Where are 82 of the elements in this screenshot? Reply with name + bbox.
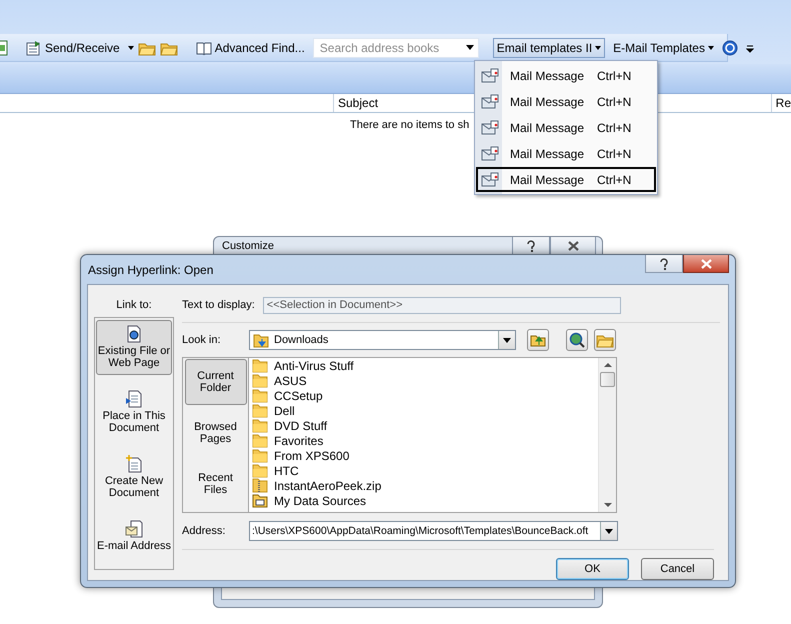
document-globe-icon (126, 325, 142, 343)
file-item[interactable]: From XPS600 (249, 448, 598, 463)
cancel-button[interactable]: Cancel (641, 558, 714, 580)
mail-message-icon (481, 172, 499, 188)
empty-list-message: There are no items to sh (350, 119, 470, 131)
file-item[interactable]: CCSetup (249, 388, 598, 403)
menu-item[interactable]: Mail Message Ctrl+N (476, 141, 656, 166)
zip-folder-icon (252, 478, 268, 493)
dropdown-arrow-icon (503, 338, 511, 342)
new-document-icon (125, 455, 143, 473)
browse-file-button[interactable] (594, 329, 616, 351)
menu-item[interactable]: Mail Message Ctrl+N (476, 115, 656, 140)
send-receive-button[interactable]: Send/Receive (22, 36, 124, 58)
text-to-display-field[interactable]: <<Selection in Document>> (262, 296, 621, 314)
places-button[interactable]: Current Folder (184, 359, 246, 405)
templates-menu-button[interactable]: Email templates II (492, 38, 606, 58)
caret-icon[interactable] (128, 46, 134, 50)
up-folder-button[interactable] (527, 329, 549, 351)
look-in-dropdown[interactable]: Downloads (249, 330, 516, 350)
folder-icon (252, 388, 268, 402)
file-item[interactable]: HTC (249, 463, 598, 478)
document-arrow-icon (125, 390, 143, 408)
menu-item[interactable]: Mail Message Ctrl+N (476, 63, 656, 88)
mail-message-icon (481, 68, 499, 84)
folder-icon (252, 418, 268, 432)
link-type-button[interactable]: E-mail Address (96, 515, 172, 558)
data-folder-icon (252, 494, 268, 508)
link-type-button[interactable]: Existing File or Web Page (96, 320, 172, 375)
help-icon[interactable] (722, 40, 738, 56)
text-to-display-label: Text to display: (182, 299, 255, 311)
menu-item[interactable]: Mail Message Ctrl+N (476, 167, 656, 192)
help-button[interactable] (645, 255, 683, 273)
close-icon (568, 240, 578, 250)
folder-icon (252, 374, 268, 388)
dropdown-arrow-icon (466, 45, 474, 50)
file-item[interactable]: My Data Sources (249, 493, 598, 508)
link-type-button[interactable]: Place in This Document (96, 385, 172, 440)
dialog-title: Assign Hyperlink: Open (88, 262, 214, 276)
file-item[interactable]: InstantAeroPeek.zip (249, 478, 598, 493)
column-header[interactable]: Re (770, 94, 791, 112)
folder-icon (252, 358, 268, 372)
help-icon (659, 258, 669, 270)
help-button[interactable] (512, 237, 550, 255)
folder-up-icon (530, 333, 546, 347)
envelope-document-icon (125, 520, 143, 538)
folder-icon (252, 434, 268, 448)
close-button[interactable] (683, 255, 729, 273)
link-to-label: Link to: (116, 299, 152, 311)
folder-icon (252, 404, 268, 418)
file-item[interactable]: Favorites (249, 433, 598, 448)
close-icon (700, 258, 712, 268)
overflow-chevron-icon (746, 42, 754, 52)
mail-message-icon (481, 94, 499, 110)
templates-menu-button[interactable]: E-Mail Templates (609, 38, 718, 58)
book-icon (196, 40, 212, 54)
advanced-find-button[interactable]: Advanced Find... (192, 38, 309, 58)
scrollbar[interactable] (598, 358, 616, 512)
file-item[interactable]: ASUS (249, 373, 598, 388)
send-receive-icon (26, 40, 42, 56)
menu-item[interactable]: Mail Message Ctrl+N (476, 89, 656, 114)
mail-message-icon (481, 120, 499, 136)
browse-web-button[interactable] (566, 329, 588, 351)
globe-magnifier-icon (569, 332, 585, 348)
search-field[interactable]: Search address books (312, 38, 479, 58)
look-in-label: Look in: (182, 334, 222, 346)
dropdown-arrow-icon (605, 528, 613, 534)
file-item[interactable]: Anti-Virus Stuff (249, 358, 598, 373)
link-type-button[interactable]: Create New Document (96, 450, 172, 505)
mail-message-icon (481, 146, 499, 162)
help-icon (526, 240, 536, 252)
dialog-title: Customize (222, 240, 274, 252)
address-dropdown[interactable]: :\Users\XPS600\AppData\Roaming\Microsoft\Templates\BounceBack.oft (249, 521, 618, 541)
folder-icon (252, 448, 268, 462)
places-button[interactable]: Recent Files (184, 461, 246, 507)
file-item[interactable]: Dell (249, 403, 598, 418)
ok-button[interactable]: OK (556, 558, 629, 580)
file-item[interactable]: DVD Stuff (249, 418, 598, 433)
places-button[interactable]: Browsed Pages (184, 410, 246, 456)
address-label: Address: (182, 525, 226, 537)
folder-icon (252, 464, 268, 478)
download-folder-icon (253, 332, 269, 348)
close-button[interactable] (550, 237, 596, 255)
